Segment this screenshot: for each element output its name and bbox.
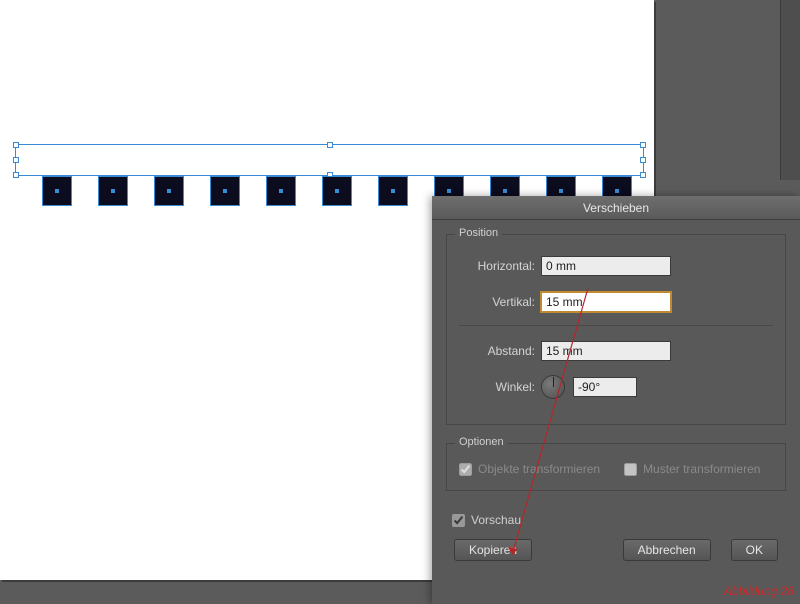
- muster-transformieren-checkbox: Muster transformieren: [624, 462, 760, 476]
- abstand-field[interactable]: 15 mm: [541, 341, 671, 361]
- ok-button[interactable]: OK: [731, 539, 778, 561]
- selected-square[interactable]: [322, 176, 352, 206]
- vertikal-label: Vertikal:: [459, 295, 535, 309]
- selected-square[interactable]: [266, 176, 296, 206]
- abbrechen-button[interactable]: Abbrechen: [623, 539, 711, 561]
- objekte-checkbox-input: [459, 463, 472, 476]
- handle-mid-left[interactable]: [13, 157, 19, 163]
- selection-bounding-box[interactable]: [15, 144, 644, 176]
- handle-top-right[interactable]: [640, 142, 646, 148]
- optionen-group-label: Optionen: [455, 436, 508, 448]
- selected-square[interactable]: [98, 176, 128, 206]
- vertical-ruler: [780, 0, 800, 180]
- objekte-label: Objekte transformieren: [478, 462, 600, 476]
- selected-square[interactable]: [154, 176, 184, 206]
- position-group-label: Position: [455, 227, 502, 239]
- muster-label: Muster transformieren: [643, 462, 760, 476]
- vorschau-checkbox-input[interactable]: [452, 514, 465, 527]
- objekte-transformieren-checkbox: Objekte transformieren: [459, 462, 600, 476]
- handle-mid-right[interactable]: [640, 157, 646, 163]
- move-dialog: Verschieben Position Horizontal: 0 mm Ve…: [432, 196, 800, 604]
- selected-square[interactable]: [210, 176, 240, 206]
- vorschau-label: Vorschau: [471, 513, 521, 527]
- vorschau-checkbox[interactable]: Vorschau: [452, 513, 521, 527]
- horizontal-field[interactable]: 0 mm: [541, 256, 671, 276]
- angle-knob-icon[interactable]: [541, 375, 565, 399]
- abstand-label: Abstand:: [459, 344, 535, 358]
- dialog-title: Verschieben: [432, 196, 800, 220]
- optionen-group: Optionen Objekte transformieren Muster t…: [446, 443, 786, 491]
- selected-square[interactable]: [42, 176, 72, 206]
- selected-square[interactable]: [378, 176, 408, 206]
- vertikal-field[interactable]: 15 mm: [541, 292, 671, 312]
- divider: [459, 325, 773, 326]
- figure-caption: Abbildung 28: [724, 584, 794, 598]
- handle-top-left[interactable]: [13, 142, 19, 148]
- handle-bottom-left[interactable]: [13, 172, 19, 178]
- winkel-label: Winkel:: [459, 380, 535, 394]
- winkel-field[interactable]: -90°: [573, 377, 637, 397]
- position-group: Position Horizontal: 0 mm Vertikal: 15 m…: [446, 234, 786, 425]
- muster-checkbox-input: [624, 463, 637, 476]
- horizontal-label: Horizontal:: [459, 259, 535, 273]
- handle-mid-top[interactable]: [327, 142, 333, 148]
- handle-bottom-right[interactable]: [640, 172, 646, 178]
- kopieren-button[interactable]: Kopieren: [454, 539, 532, 561]
